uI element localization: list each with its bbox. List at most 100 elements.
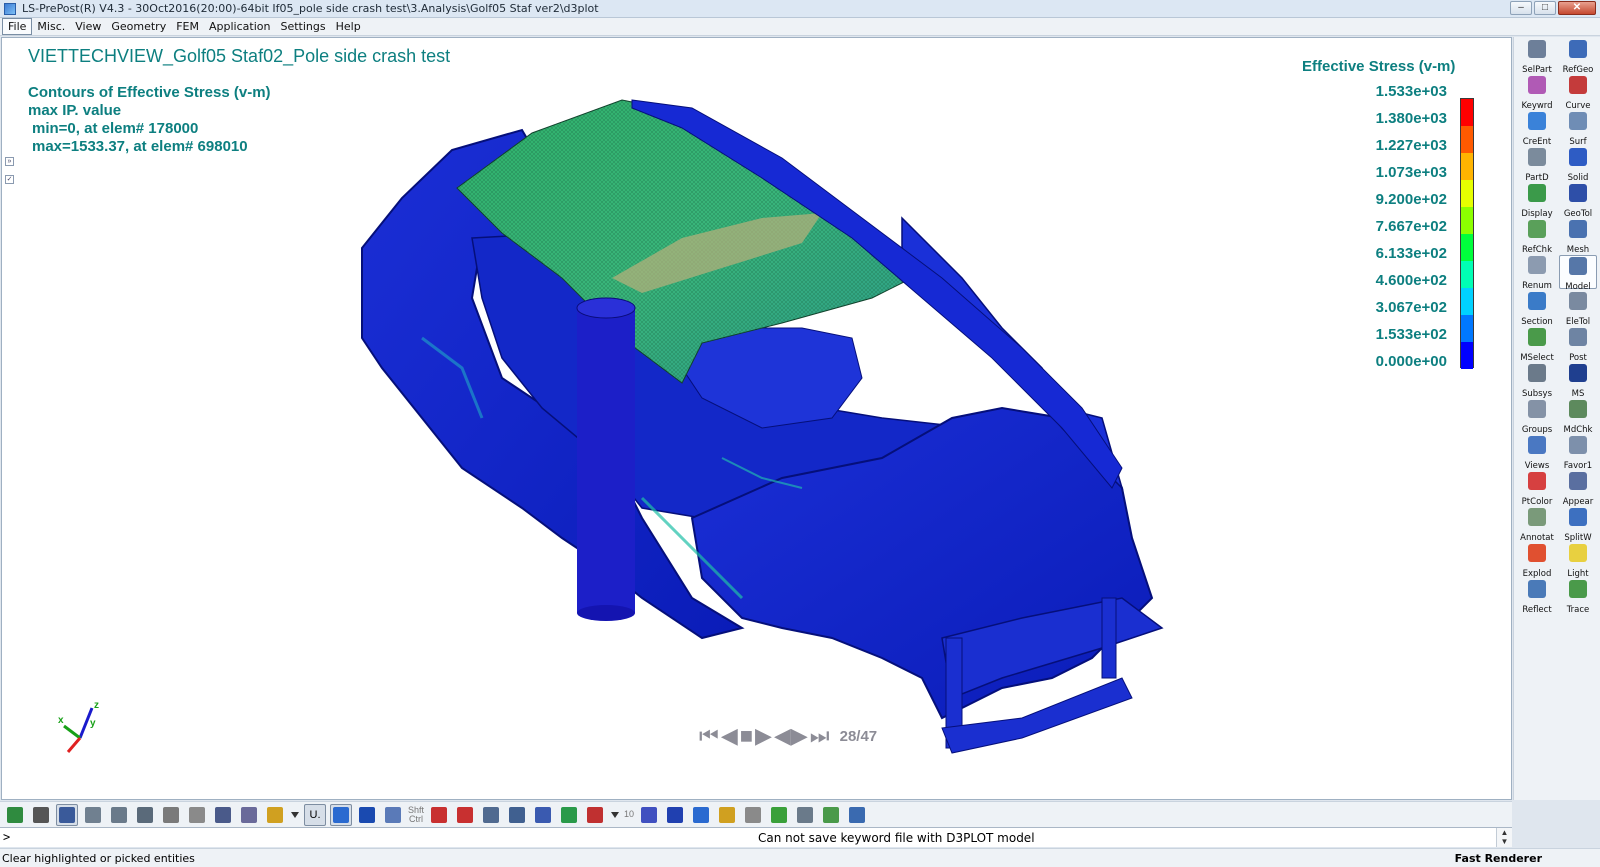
part-color-icon [1528,472,1546,490]
triad-y-label: y [90,718,96,729]
toolbar-button-subsys[interactable]: Subsys [1518,363,1556,399]
toolbar-button-trace[interactable]: Trace [1559,579,1597,615]
mesh-lines-button[interactable] [134,804,156,826]
maximize-button[interactable]: □ [1534,1,1556,15]
pick-button[interactable] [428,804,450,826]
dropdown-button[interactable] [290,804,300,826]
menu-help[interactable]: Help [331,19,366,34]
command-line[interactable]: > Can not save keyword file with D3PLOT … [0,827,1512,847]
toolbar-button-label: Annotat [1520,533,1554,543]
toolbar-button-selpart[interactable]: SelPart [1518,39,1556,75]
menu-misc[interactable]: Misc. [32,19,70,34]
legend-band [1461,153,1473,180]
menu-view[interactable]: View [70,19,106,34]
toolbar-button-favor1[interactable]: Favor1 [1559,435,1597,471]
toolbar-button-geotol[interactable]: GeoTol [1559,183,1597,219]
toolbar-button-eletol[interactable]: EleTol [1559,291,1597,327]
toolbar-button-post[interactable]: Post [1559,327,1597,363]
rotate-button[interactable] [532,804,554,826]
refgeo-icon [1569,40,1587,58]
zoom-box-button[interactable] [480,804,502,826]
shaded-button[interactable] [56,803,78,826]
globe-button[interactable] [558,804,580,826]
toolbar-button-reflect[interactable]: Reflect [1518,579,1556,615]
stop-icon[interactable]: ■ [740,725,753,747]
toolbar-button-mdchk[interactable]: MdChk [1559,399,1597,435]
settings-button[interactable] [794,804,816,826]
axis-button[interactable] [584,804,606,826]
toolbar-button-views[interactable]: Views [1518,435,1556,471]
home-button[interactable] [690,804,712,826]
menu-settings[interactable]: Settings [275,19,330,34]
toolbar-button-surf[interactable]: Surf [1559,111,1597,147]
u-button[interactable]: U. [304,803,326,826]
menu-fem[interactable]: FEM [171,19,204,34]
center-button[interactable] [454,804,476,826]
hidden-button[interactable] [82,804,104,826]
feature-line-button[interactable] [108,804,130,826]
checker-button[interactable] [742,804,764,826]
triad-button[interactable] [638,804,660,826]
toolbar-button-section[interactable]: Section [1518,291,1556,327]
toolbar-button-solid[interactable]: Solid [1559,147,1597,183]
annotate-button[interactable] [716,804,738,826]
prev-frame-icon[interactable]: ◀ [721,725,738,747]
toolbar-button-light[interactable]: Light [1559,543,1597,579]
menu-application[interactable]: Application [204,19,275,34]
toolbar-button-creent[interactable]: CreEnt [1518,111,1556,147]
graph-button[interactable] [846,804,868,826]
toolbar-button-appear[interactable]: Appear [1559,471,1597,507]
toolbar-button-display[interactable]: Display [1518,183,1556,219]
play-icon[interactable]: ▶ [755,725,772,747]
last-frame-icon[interactable]: ⏭ [810,725,830,747]
toolbar-button-mesh[interactable]: Mesh [1559,219,1597,255]
expand-icon[interactable]: » [5,157,14,166]
home-view-button[interactable] [4,804,26,826]
menu-file[interactable]: File [2,18,33,35]
toolbar-button-label: Keywrd [1521,101,1553,111]
toolbar-button-ptcolor[interactable]: PtColor [1518,471,1556,507]
toolbar-button-keywrd[interactable]: Keywrd [1518,75,1556,111]
toolbar-button-refgeo[interactable]: RefGeo [1559,39,1597,75]
ip-value-line: max IP. value [28,102,122,119]
toolbar-button-refchk[interactable]: RefChk [1518,219,1556,255]
settings2-button[interactable] [820,804,842,826]
close-button[interactable]: ✕ [1558,1,1596,15]
toolbar-button-ms[interactable]: MS [1559,363,1597,399]
dropdown-button[interactable] [610,804,620,826]
renderer-status: Fast Renderer [1454,852,1542,865]
outline-button[interactable] [160,804,182,826]
toolbar-button-annotat[interactable]: Annotat [1518,507,1556,543]
legend-color-bar [1460,98,1474,369]
zoom-fit-button[interactable] [506,804,528,826]
minimize-button[interactable]: – [1510,1,1532,15]
shrink-button[interactable] [238,804,260,826]
command-scrollbar[interactable]: ▲ ▼ [1496,828,1512,847]
surface-icon [1569,112,1587,130]
graphics-viewport[interactable]: VIETTECHVIEW_Golf05 Staf02_Pole side cra… [1,37,1512,800]
geotol-icon [1569,184,1587,202]
toolbar-button-renum[interactable]: Renum [1518,255,1556,291]
toolbar-button-splitw[interactable]: SplitW [1559,507,1597,543]
toolbar-button-explod[interactable]: Explod [1518,543,1556,579]
hidden-icon [85,806,101,823]
first-frame-icon[interactable]: ⏮ [699,725,719,747]
solid-shade-button[interactable] [212,804,234,826]
graph-icon [849,806,866,823]
play-loop-icon[interactable]: ◀▶ [774,725,808,747]
record-button[interactable] [768,804,790,826]
checkbox-icon[interactable]: ✓ [5,175,14,184]
part-button[interactable] [664,804,686,826]
toolbar-button-model[interactable]: Model [1559,255,1597,292]
wireframe-button[interactable] [30,804,52,826]
cube-iso-button[interactable] [356,804,378,826]
menu-geometry[interactable]: Geometry [106,19,171,34]
frame-button[interactable] [382,804,404,826]
toolbar-button-partd[interactable]: PartD [1518,147,1556,183]
toolbar-button-mselect[interactable]: MSelect [1518,327,1556,363]
points-button[interactable] [186,804,208,826]
contour-fringe-button[interactable] [264,804,286,826]
toolbar-button-groups[interactable]: Groups [1518,399,1556,435]
toolbar-button-curve[interactable]: Curve [1559,75,1597,111]
cube-front-button[interactable] [330,803,352,826]
